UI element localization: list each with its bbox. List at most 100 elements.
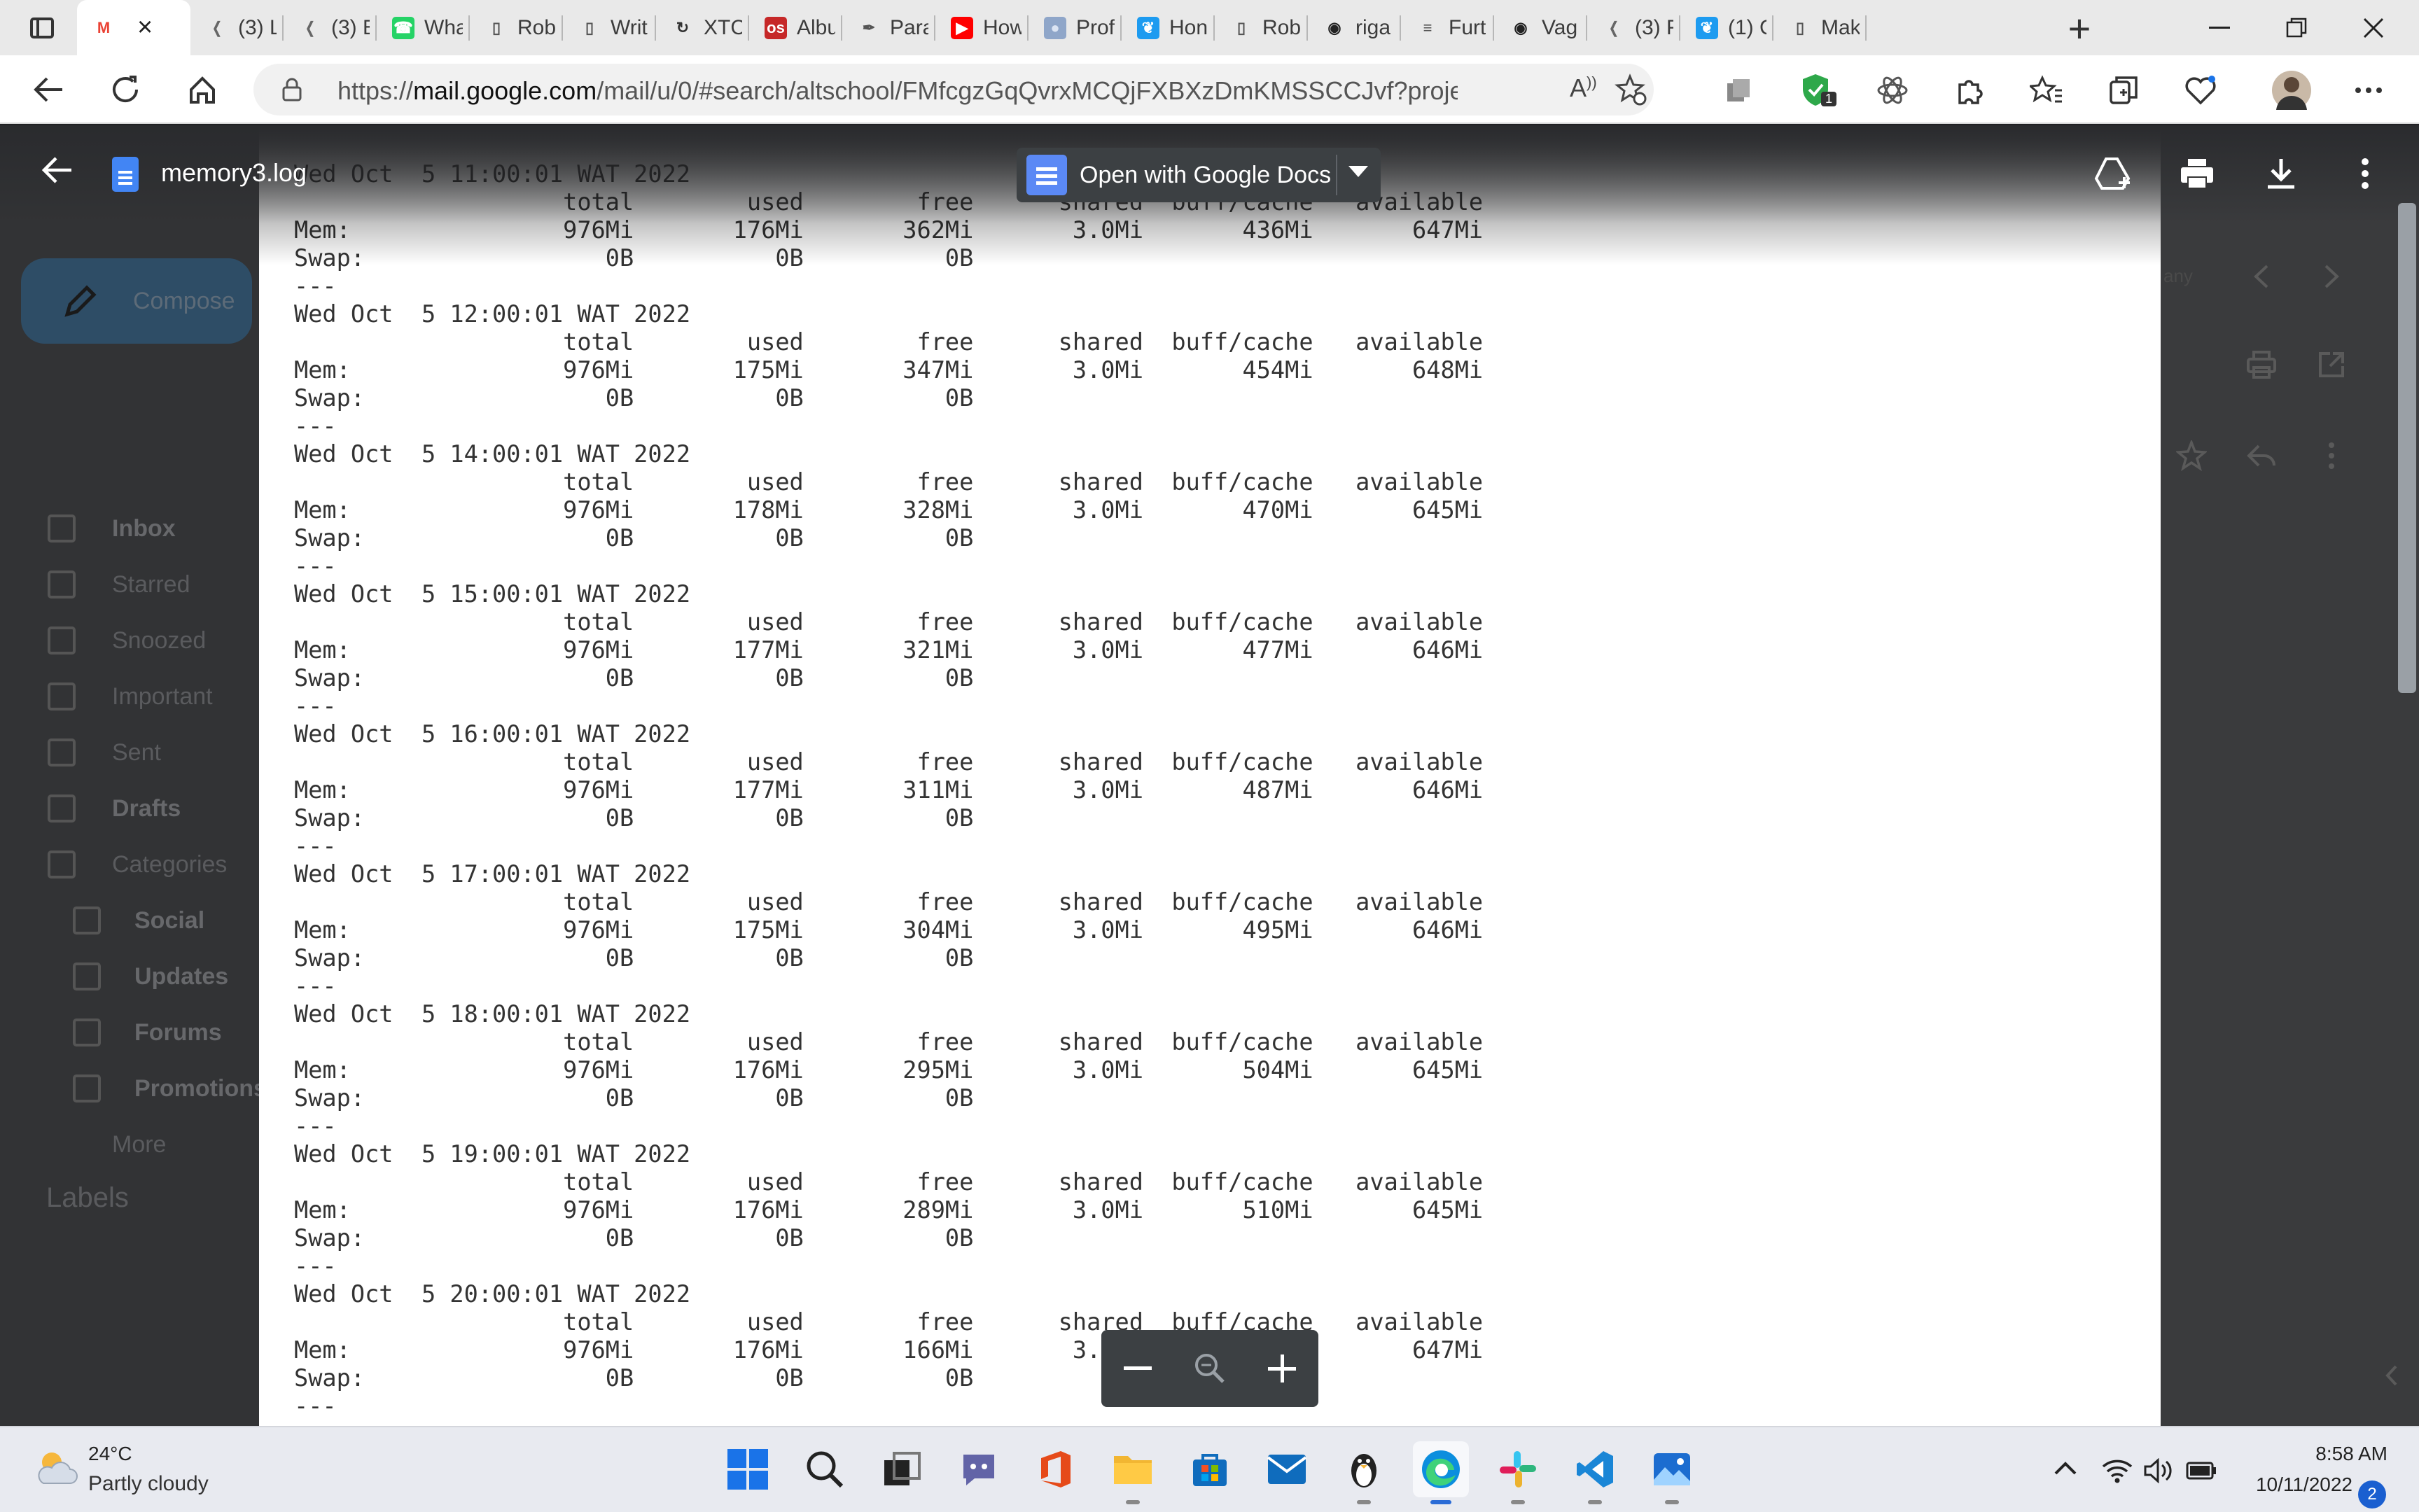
- browser-tab[interactable]: ◉ riga: [1308, 0, 1401, 55]
- nav-item-forums[interactable]: Forums: [0, 1007, 259, 1058]
- nav-item-promotions[interactable]: Promotions: [0, 1063, 267, 1114]
- wifi-status-icon[interactable]: [2102, 1455, 2133, 1486]
- nav-item-starred[interactable]: Starred: [0, 559, 259, 610]
- nav-item-sent[interactable]: Sent: [0, 727, 259, 778]
- edge-button[interactable]: [1413, 1441, 1469, 1504]
- start-button[interactable]: [720, 1441, 776, 1497]
- wsl-terminal-button[interactable]: [1336, 1441, 1392, 1504]
- mail-button[interactable]: [1259, 1441, 1315, 1497]
- close-tab-icon[interactable]: ×: [137, 13, 153, 43]
- restore-button[interactable]: [2261, 7, 2331, 49]
- side-panel-toggle[interactable]: [2373, 1357, 2410, 1394]
- browser-tab[interactable]: ❬ (3) L: [190, 0, 284, 55]
- open-with-google-docs-button[interactable]: Open with Google Docs: [1017, 148, 1381, 202]
- volume-icon[interactable]: [2144, 1455, 2175, 1486]
- browser-tab[interactable]: ☎ Wha: [377, 0, 470, 55]
- weather-temperature[interactable]: 24°C: [88, 1443, 132, 1465]
- collections-button[interactable]: [2104, 71, 2143, 110]
- partly-cloudy-icon[interactable]: [34, 1447, 78, 1489]
- compose-button[interactable]: Compose: [21, 258, 252, 344]
- nav-item-drafts[interactable]: Drafts: [0, 783, 259, 834]
- new-window-button[interactable]: [2313, 346, 2350, 383]
- teams-chat-button[interactable]: [951, 1441, 1007, 1497]
- zoom-out-button[interactable]: [1113, 1344, 1162, 1393]
- task-view-button[interactable]: [874, 1441, 930, 1497]
- tab-actions-button[interactable]: [14, 10, 70, 46]
- favorites-button[interactable]: [2027, 71, 2066, 110]
- close-window-button[interactable]: [2338, 7, 2408, 49]
- search-button[interactable]: [797, 1441, 853, 1497]
- extension-button[interactable]: [1719, 71, 1758, 110]
- minimize-button[interactable]: [2184, 7, 2254, 49]
- nav-item-inbox[interactable]: Inbox: [0, 503, 259, 554]
- browser-tab[interactable]: ◉ Vag: [1494, 0, 1587, 55]
- browser-tab[interactable]: M ×: [77, 0, 190, 55]
- show-hidden-icons-chevron[interactable]: [2051, 1455, 2079, 1483]
- nav-item-snoozed[interactable]: Snoozed: [0, 615, 259, 666]
- browser-tab[interactable]: ≡ Furt: [1401, 0, 1494, 55]
- vscode-button[interactable]: [1567, 1441, 1623, 1504]
- reply-button[interactable]: [2243, 438, 2280, 474]
- log-line: ---: [294, 412, 337, 440]
- profile-avatar[interactable]: [2272, 71, 2311, 110]
- add-favorite-button[interactable]: [1615, 74, 1648, 111]
- print-button[interactable]: [2174, 150, 2220, 197]
- battery-charging-icon[interactable]: [2186, 1455, 2217, 1486]
- dropdown-caret-icon[interactable]: [1348, 166, 1368, 177]
- browser-tab[interactable]: ▯ Writ: [563, 0, 656, 55]
- nav-item-important[interactable]: Important: [0, 671, 259, 722]
- browser-essentials-button[interactable]: [2181, 71, 2220, 110]
- office-button[interactable]: [1028, 1441, 1084, 1497]
- star-message-button[interactable]: [2173, 438, 2210, 474]
- print-all-button[interactable]: [2243, 346, 2280, 383]
- older-button[interactable]: [2313, 258, 2350, 295]
- photos-button[interactable]: [1644, 1441, 1700, 1504]
- browser-tab[interactable]: ▯ Mak: [1773, 0, 1867, 55]
- clock-date[interactable]: 10/11/2022: [2226, 1474, 2352, 1496]
- log-line: total used free shared buff/cache availa…: [294, 608, 1484, 636]
- nav-item-categories[interactable]: Categories: [0, 839, 259, 890]
- home-button[interactable]: [181, 68, 224, 111]
- ms-store-button[interactable]: [1182, 1441, 1238, 1497]
- clock-time[interactable]: 8:58 AM: [2261, 1443, 2387, 1465]
- new-tab-button[interactable]: +: [2058, 6, 2100, 50]
- notification-badge[interactable]: 2: [2358, 1480, 2386, 1508]
- read-aloud-icon[interactable]: A)): [1570, 74, 1597, 103]
- add-to-drive-button[interactable]: [2090, 150, 2136, 197]
- nav-item-updates[interactable]: Updates: [0, 951, 259, 1002]
- message-more-button[interactable]: [2313, 438, 2350, 474]
- browser-tab[interactable]: ❬ (3) E: [284, 0, 377, 55]
- viewer-more-button[interactable]: [2342, 150, 2388, 197]
- browser-tab[interactable]: ❦ Hon: [1122, 0, 1215, 55]
- nav-item-social[interactable]: Social: [0, 895, 259, 946]
- file-explorer-button[interactable]: [1105, 1441, 1161, 1504]
- slack-button[interactable]: [1490, 1441, 1546, 1504]
- reset-zoom-button[interactable]: [1185, 1344, 1234, 1393]
- close-viewer-button[interactable]: [35, 148, 78, 192]
- browser-tab[interactable]: ▯ Rob: [1215, 0, 1308, 55]
- zoom-in-button[interactable]: [1257, 1344, 1306, 1393]
- nav-item-more[interactable]: More: [0, 1119, 259, 1170]
- browser-tab[interactable]: ▯ Rob: [470, 0, 563, 55]
- browser-tab[interactable]: ↻ XTC: [656, 0, 749, 55]
- address-bar[interactable]: https://mail.google.com/mail/u/0/#search…: [253, 64, 1654, 115]
- back-button[interactable]: [27, 68, 70, 111]
- extension-button[interactable]: [1873, 71, 1912, 110]
- scrollbar-thumb[interactable]: [2398, 203, 2416, 693]
- browser-tab[interactable]: ❬ (3) F: [1587, 0, 1680, 55]
- newer-button[interactable]: [2243, 258, 2280, 295]
- browser-tab[interactable]: ❦ (1) C: [1680, 0, 1773, 55]
- refresh-button[interactable]: [104, 68, 147, 111]
- download-button[interactable]: [2258, 150, 2304, 197]
- extension-button[interactable]: 1: [1796, 71, 1837, 110]
- browser-tab[interactable]: ● Prof: [1029, 0, 1122, 55]
- settings-more-button[interactable]: [2349, 71, 2388, 110]
- vscode-icon: [1577, 1451, 1613, 1488]
- weather-description[interactable]: Partly cloudy: [88, 1472, 209, 1496]
- browser-tab[interactable]: ▶ How: [935, 0, 1029, 55]
- browser-tab[interactable]: os Albu: [749, 0, 842, 55]
- tab-title: Albu: [797, 15, 835, 39]
- browser-tab[interactable]: ✒ Para: [842, 0, 935, 55]
- page-icon: ▯: [485, 16, 508, 39]
- extensions-button[interactable]: [1950, 71, 1989, 110]
